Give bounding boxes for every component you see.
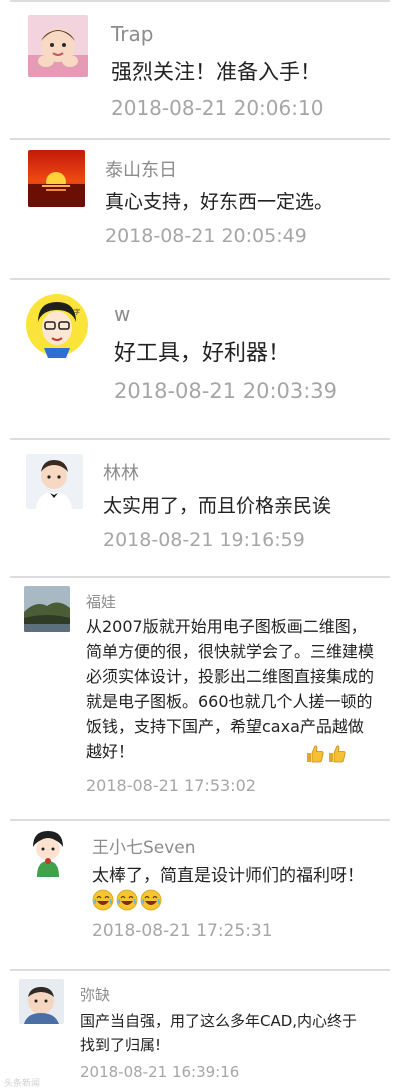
thumbs-up-icon <box>329 745 346 763</box>
avatar[interactable] <box>26 454 83 509</box>
comment-author[interactable]: w <box>114 302 130 326</box>
divider <box>10 278 390 280</box>
divider <box>10 438 390 440</box>
comment-item: 字 w 好工具，好利器！ 2018-08-21 20:03:39 <box>0 278 400 438</box>
avatar[interactable] <box>28 15 88 77</box>
emoji-row <box>305 744 347 764</box>
comment-item: 林林 太实用了，而且价格亲民诶 2018-08-21 19:16:59 <box>0 438 400 576</box>
comment-time: 2018-08-21 20:03:39 <box>114 379 338 403</box>
avatar[interactable] <box>28 150 85 207</box>
comment-author[interactable]: Trap <box>111 22 153 46</box>
thumbs-up-icon <box>307 745 324 763</box>
divider <box>10 819 390 821</box>
avatar[interactable]: 字 <box>24 292 90 358</box>
laugh-cry-icon <box>140 889 162 911</box>
comment-time: 2018-08-21 20:05:49 <box>105 225 307 247</box>
watermark: 头条新闻 <box>4 1079 41 1089</box>
comment-item: 弥缺 国产当自强，用了这么多年CAD,内心终于找到了归属! 2018-08-21… <box>0 969 400 1091</box>
comment-author[interactable]: 福娃 <box>86 591 116 612</box>
divider <box>10 138 390 140</box>
comment-author[interactable]: 林林 <box>103 459 139 485</box>
comment-text: 真心支持，好东西一定选。 <box>105 191 334 213</box>
comment-time: 2018-08-21 19:16:59 <box>103 529 305 551</box>
avatar[interactable] <box>23 827 72 877</box>
comment-time: 2018-08-21 17:53:02 <box>86 776 256 795</box>
emoji-row <box>92 889 162 911</box>
comment-text: 国产当自强，用了这么多年CAD,内心终于找到了归属! <box>80 1012 358 1054</box>
comment-item: 泰山东日 真心支持，好东西一定选。 2018-08-21 20:05:49 <box>0 138 400 278</box>
divider <box>10 969 390 971</box>
comment-text: 好工具，好利器！ <box>114 341 291 366</box>
comment-time: 2018-08-21 20:06:10 <box>111 96 324 120</box>
comment-time: 2018-08-21 17:25:31 <box>92 921 273 941</box>
divider <box>10 576 390 578</box>
comment-author[interactable]: 王小七Seven <box>92 833 196 858</box>
avatar[interactable] <box>19 979 64 1024</box>
comment-author[interactable]: 泰山东日 <box>105 156 177 182</box>
comment-text: 太实用了，而且价格亲民诶 <box>103 495 332 517</box>
comment-time: 2018-08-21 16:39:16 <box>80 1063 240 1081</box>
comment-text: 太棒了，简直是设计师们的福利呀！ <box>92 866 364 886</box>
comment-item: 福娃 从2007版就开始用电子图板画二维图，简单方便的很，很快就学会了。三维建模… <box>0 576 400 819</box>
comment-item: Trap 强烈关注！准备入手！ 2018-08-21 20:06:10 <box>0 0 400 138</box>
comment-item: 王小七Seven 太棒了，简直是设计师们的福利呀！ 2018-08-21 17:… <box>0 819 400 969</box>
divider <box>10 0 390 2</box>
comment-text: 从2007版就开始用电子图板画二维图，简单方便的很，很快就学会了。三维建模必须实… <box>86 617 375 761</box>
laugh-cry-icon <box>92 889 114 911</box>
comment-text: 强烈关注！准备入手！ <box>111 60 321 84</box>
comment-author[interactable]: 弥缺 <box>80 984 110 1005</box>
laugh-cry-icon <box>116 889 138 911</box>
avatar[interactable] <box>24 586 70 632</box>
svg-text:字: 字 <box>74 308 80 316</box>
